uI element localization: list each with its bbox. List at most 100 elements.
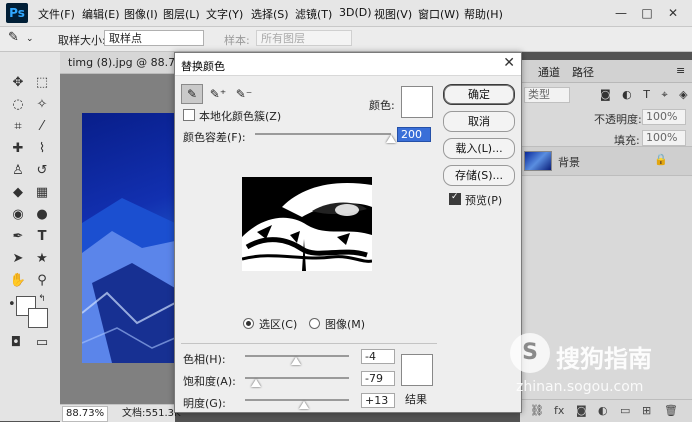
panel-tabs: 通道 路径 ≡ [520, 60, 692, 83]
brush-tool-icon[interactable]: ⌇ [32, 140, 52, 158]
minimize-button[interactable]: — [610, 4, 632, 22]
eyedropper-minus-icon[interactable]: ✎⁻ [233, 84, 255, 104]
group-icon[interactable]: ▭ [620, 404, 630, 417]
sample-size-select[interactable]: 取样点 [104, 30, 204, 46]
layer-kind-filter[interactable]: 类型 [524, 87, 570, 103]
ok-button[interactable]: 确定 [443, 84, 515, 105]
saturation-slider-thumb[interactable] [250, 379, 261, 387]
fuzziness-slider-thumb[interactable] [386, 135, 396, 143]
dialog-titlebar[interactable]: 替换颜色 ✕ [175, 53, 521, 76]
cancel-button[interactable]: 取消 [443, 111, 515, 132]
quick-mask-icon[interactable]: ◘ [6, 334, 26, 352]
pen-tool-icon[interactable]: ✒ [8, 228, 28, 246]
eyedropper-icon[interactable]: ⁄ [32, 118, 52, 136]
photoshop-logo: Ps [6, 3, 28, 23]
menu-help[interactable]: 帮助(H) [464, 6, 503, 22]
hue-slider-thumb[interactable] [290, 357, 301, 365]
save-button[interactable]: 存储(S)... [443, 165, 515, 186]
tab-paths[interactable]: 路径 [572, 64, 594, 80]
document-tab[interactable]: timg (8).jpg @ 88.7%(RGB [60, 52, 180, 74]
menu-layer[interactable]: 图层(L) [163, 6, 200, 22]
saturation-input[interactable]: -79 [361, 371, 395, 386]
healing-brush-icon[interactable]: ✚ [8, 140, 28, 158]
eyedropper-icon[interactable]: ✎ [181, 84, 203, 104]
opacity-field[interactable]: 100% [642, 109, 686, 125]
lightness-input[interactable]: +13 [361, 393, 395, 408]
menu-filter[interactable]: 滤镜(T) [295, 6, 332, 22]
type-tool-icon[interactable]: T [32, 228, 52, 246]
trash-icon[interactable]: 🗑 [664, 404, 678, 417]
fill-field[interactable]: 100% [642, 130, 686, 146]
load-button[interactable]: 载入(L)... [443, 138, 515, 159]
zoom-level-field[interactable]: 88.73% [62, 406, 109, 422]
link-layers-icon[interactable]: ⛓ [530, 404, 544, 417]
result-swatch[interactable] [401, 354, 433, 386]
clone-stamp-icon[interactable]: ♙ [8, 162, 28, 180]
menu-image[interactable]: 图像(I) [124, 6, 158, 22]
tab-channels[interactable]: 通道 [538, 64, 560, 80]
background-color-swatch[interactable] [28, 308, 48, 328]
opacity-label: 不透明度: [594, 113, 642, 126]
document-info[interactable]: 文档:551.3K [122, 405, 181, 422]
fuzziness-slider-track[interactable] [255, 133, 391, 135]
selection-radio[interactable] [243, 318, 254, 329]
localized-color-clusters-checkbox[interactable] [183, 109, 195, 121]
layer-thumbnail[interactable] [524, 151, 552, 171]
screen-mode-icon[interactable]: ▭ [32, 334, 52, 352]
layer-mask-icon[interactable]: ◙ [576, 404, 587, 417]
blur-tool-icon[interactable]: ◉ [8, 206, 28, 224]
preview-label[interactable]: 预览(P) [465, 192, 502, 208]
menu-edit[interactable]: 编辑(E) [82, 6, 120, 22]
lightness-slider-thumb[interactable] [298, 401, 309, 409]
marquee-tool-icon[interactable]: ⬚ [32, 74, 52, 92]
menu-type[interactable]: 文字(Y) [206, 6, 243, 22]
color-swatch[interactable] [401, 86, 433, 118]
eyedropper-tool-icon[interactable]: ✎ [8, 30, 19, 45]
preview-checkbox[interactable] [449, 192, 461, 205]
fuzziness-input[interactable]: 200 [397, 127, 431, 142]
close-icon[interactable]: ✕ [503, 55, 515, 71]
color-label: 颜色: [369, 99, 395, 112]
localized-color-clusters-label[interactable]: 本地化颜色簇(Z) [199, 108, 281, 124]
layer-filter-icons[interactable]: ◙ ◐ T ⌖ ◈ [600, 88, 692, 102]
menu-view[interactable]: 视图(V) [374, 6, 412, 22]
panel-menu-icon[interactable]: ≡ [676, 64, 685, 77]
result-label: 结果 [405, 393, 427, 406]
dodge-tool-icon[interactable]: ● [32, 206, 52, 224]
swap-colors-icon[interactable]: ↰ [32, 290, 52, 308]
sample-select[interactable]: 所有图层 [256, 30, 352, 46]
menu-select[interactable]: 选择(S) [251, 6, 289, 22]
menu-file[interactable]: 文件(F) [38, 6, 75, 22]
hue-label: 色相(H): [183, 353, 226, 366]
lightness-slider-track[interactable] [245, 399, 349, 401]
menu-bar: Ps 文件(F) 编辑(E) 图像(I) 图层(L) 文字(Y) 选择(S) 滤… [0, 0, 692, 27]
maximize-button[interactable]: □ [636, 4, 658, 22]
new-layer-icon[interactable]: ⊞ [642, 404, 651, 417]
gradient-tool-icon[interactable]: ▦ [32, 184, 52, 202]
hue-input[interactable]: -4 [361, 349, 395, 364]
move-tool-icon[interactable]: ✥ [8, 74, 28, 92]
menu-3d[interactable]: 3D(D) [339, 6, 372, 19]
image-radio[interactable] [309, 318, 320, 329]
fx-icon[interactable]: fx [554, 404, 564, 417]
hand-tool-icon[interactable]: ✋ [8, 272, 28, 290]
crop-tool-icon[interactable]: ⌗ [8, 118, 28, 136]
adjustment-layer-icon[interactable]: ◐ [598, 404, 608, 417]
selection-radio-label[interactable]: 选区(C) [259, 316, 297, 332]
zoom-tool-icon[interactable]: ⚲ [32, 272, 52, 290]
chevron-down-icon[interactable]: ⌄ [26, 34, 34, 44]
history-brush-icon[interactable]: ↺ [32, 162, 52, 180]
sogou-logo-icon: S [510, 333, 550, 373]
selection-preview[interactable] [242, 177, 372, 271]
magic-wand-icon[interactable]: ✧ [32, 96, 52, 114]
eyedropper-plus-icon[interactable]: ✎⁺ [207, 84, 229, 104]
menu-window[interactable]: 窗口(W) [418, 6, 459, 22]
eraser-tool-icon[interactable]: ◆ [8, 184, 28, 202]
layer-name[interactable]: 背景 [558, 154, 580, 170]
shape-tool-icon[interactable]: ★ [32, 250, 52, 268]
close-window-button[interactable]: ✕ [662, 4, 684, 22]
lasso-tool-icon[interactable]: ◌ [8, 96, 28, 114]
path-selection-icon[interactable]: ➤ [8, 250, 28, 268]
image-radio-label[interactable]: 图像(M) [325, 316, 365, 332]
sample-label: 样本: [224, 34, 250, 47]
